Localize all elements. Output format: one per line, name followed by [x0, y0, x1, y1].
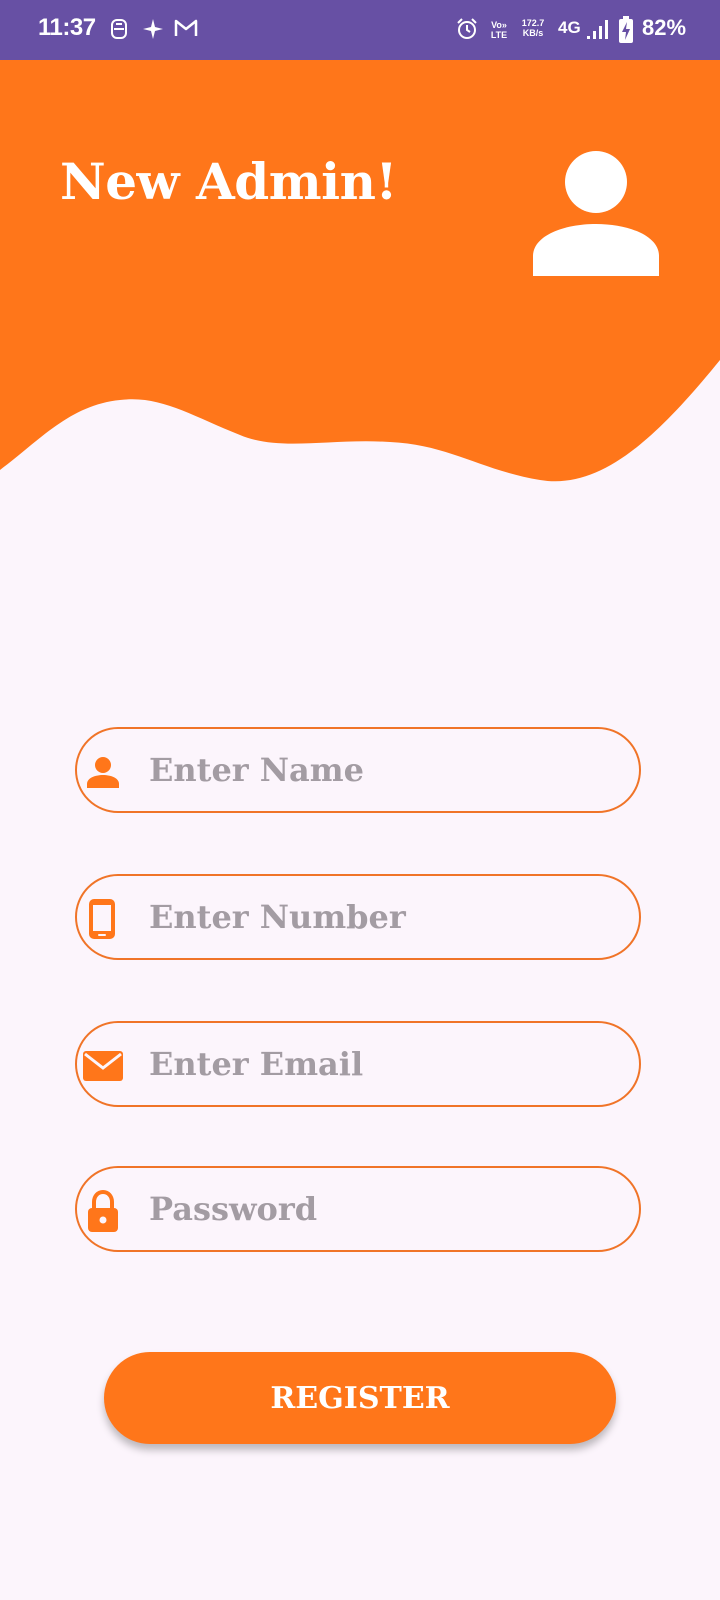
register-button[interactable]: REGISTER	[104, 1352, 616, 1444]
lock-icon	[81, 1189, 125, 1233]
email-field[interactable]	[75, 1021, 641, 1107]
alarm-icon	[455, 17, 479, 46]
phone-icon	[81, 897, 125, 941]
battery-charging-icon	[618, 16, 634, 49]
name-field[interactable]	[75, 727, 641, 813]
email-input[interactable]	[149, 1035, 619, 1093]
status-bar: 11:37 Vo» LTE 172.7 KB/s 4G 82%	[0, 0, 720, 60]
data-speed-icon: 172.7 KB/s	[518, 18, 548, 38]
battery-percent: 82%	[642, 15, 687, 40]
password-input[interactable]	[149, 1180, 619, 1238]
speed-value: 172.7	[521, 18, 545, 28]
sim-icon	[110, 18, 128, 45]
sparkle-icon	[142, 18, 164, 45]
volte-icon: Vo» LTE	[490, 20, 508, 40]
signal-icon	[586, 18, 608, 45]
speed-unit: KB/s	[522, 28, 544, 38]
person-icon	[533, 150, 659, 282]
network-type: 4G	[558, 18, 581, 37]
number-input[interactable]	[149, 888, 619, 946]
page-title: New Admin!	[60, 152, 397, 211]
number-field[interactable]	[75, 874, 641, 960]
password-field[interactable]	[75, 1166, 641, 1252]
gmail-icon	[174, 18, 198, 43]
mail-icon	[81, 1044, 125, 1088]
name-input[interactable]	[149, 741, 619, 799]
person-icon	[81, 750, 125, 794]
status-time: 11:37	[38, 14, 96, 41]
